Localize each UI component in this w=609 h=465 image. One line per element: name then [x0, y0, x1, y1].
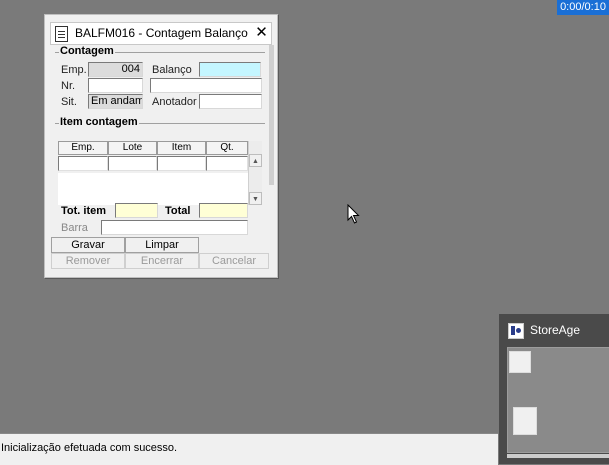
document-icon — [55, 26, 68, 42]
item-contagem-section-title: Item contagem — [59, 116, 139, 128]
dialog-scrollbar[interactable] — [269, 45, 274, 185]
tot-item-field[interactable] — [115, 203, 158, 218]
emp-label: Emp. — [61, 64, 87, 76]
arrow-down-icon: ▼ — [252, 196, 259, 203]
thumbnail-window-2 — [513, 407, 537, 435]
playback-timer: 0:00/0:10 — [557, 0, 609, 15]
gravar-button[interactable]: Gravar — [51, 237, 125, 253]
taskbar-preview[interactable]: StoreAge — [499, 314, 609, 464]
storeage-app-icon — [508, 323, 524, 339]
close-icon: ✕ — [255, 24, 268, 41]
contagem-balanco-dialog: BALFM016 - Contagem Balanço ✕ Contagem E… — [44, 14, 278, 278]
grid-cell-qt[interactable] — [206, 156, 248, 171]
balanco-field[interactable] — [199, 62, 261, 77]
dialog-titlebar[interactable]: BALFM016 - Contagem Balanço ✕ — [50, 22, 272, 45]
preview-title: StoreAge — [530, 323, 581, 337]
preview-thumbnail[interactable] — [507, 347, 609, 453]
barra-field[interactable] — [101, 220, 248, 235]
grid-body[interactable] — [58, 173, 248, 205]
scroll-up-button[interactable]: ▲ — [249, 154, 262, 167]
tot-item-label: Tot. item — [61, 205, 107, 217]
arrow-up-icon: ▲ — [252, 158, 259, 165]
grid-cell-emp[interactable] — [58, 156, 108, 171]
column-header-qt[interactable]: Qt. — [206, 141, 248, 155]
nr-label: Nr. — [61, 80, 76, 92]
limpar-button[interactable]: Limpar — [125, 237, 199, 253]
balanco-label: Balanço — [152, 64, 192, 76]
limpar-button-label: Limpar — [145, 239, 179, 251]
remover-button-label: Remover — [65, 255, 111, 267]
mouse-cursor-icon — [347, 204, 360, 224]
total-label: Total — [165, 205, 191, 217]
column-header-lote[interactable]: Lote — [108, 141, 157, 155]
gravar-button-label: Gravar — [71, 239, 105, 251]
grid-cell-lote[interactable] — [108, 156, 157, 171]
grid-scrollbar[interactable]: ▲ ▼ — [248, 141, 262, 205]
emp-field[interactable]: 004 — [88, 62, 143, 77]
anotador-field[interactable] — [199, 94, 262, 109]
dialog-title: BALFM016 - Contagem Balanço — [75, 26, 248, 40]
sit-field[interactable]: Em andamento — [88, 94, 143, 109]
status-bar: Inicialização efetuada com sucesso. — [0, 433, 498, 465]
preview-bottom-bar — [507, 454, 609, 458]
dialog-client-area: Contagem Emp. 004 Balanço Nr. Sit. Em an… — [51, 45, 269, 240]
nr-extra-field[interactable] — [150, 78, 262, 93]
barra-label: Barra — [61, 222, 88, 234]
encerrar-button[interactable]: Encerrar — [125, 253, 199, 269]
total-field[interactable] — [199, 203, 248, 218]
grid-cell-item[interactable] — [157, 156, 206, 171]
status-message: Inicialização efetuada com sucesso. — [1, 442, 178, 454]
nr-field[interactable] — [88, 78, 143, 93]
encerrar-button-label: Encerrar — [140, 255, 184, 267]
column-header-item[interactable]: Item — [157, 141, 206, 155]
scroll-down-button[interactable]: ▼ — [249, 192, 262, 205]
cancelar-button[interactable]: Cancelar — [199, 253, 269, 269]
thumbnail-window-1 — [509, 351, 531, 373]
sit-label: Sit. — [61, 96, 77, 108]
close-button[interactable]: ✕ — [254, 25, 269, 40]
column-header-emp[interactable]: Emp. — [58, 141, 108, 155]
remover-button[interactable]: Remover — [51, 253, 125, 269]
cancelar-button-label: Cancelar — [211, 255, 257, 267]
contagem-section-title: Contagem — [59, 45, 115, 57]
anotador-label: Anotador — [152, 96, 197, 108]
